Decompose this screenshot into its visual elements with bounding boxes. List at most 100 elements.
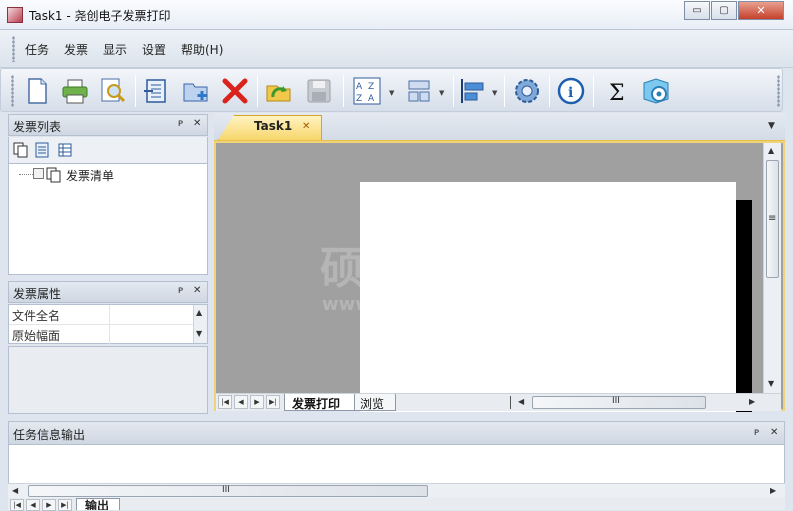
svg-text:i: i: [568, 85, 573, 101]
scroll-left-icon[interactable]: ◀: [12, 486, 18, 495]
menu-view[interactable]: 显示: [103, 41, 127, 58]
toolbar-separator: [135, 75, 136, 107]
pin-icon[interactable]: ᴘ: [754, 427, 759, 438]
close-button[interactable]: ✕: [738, 1, 784, 20]
refresh-icon[interactable]: [264, 76, 294, 106]
toolbar-separator: [257, 75, 258, 107]
output-close-button[interactable]: ✕: [770, 427, 778, 438]
window-title: Task1 - 尧创电子发票打印: [29, 9, 171, 23]
save-icon[interactable]: [304, 76, 334, 106]
align-dropdown-arrow[interactable]: ▼: [492, 89, 497, 97]
page-edge: [736, 200, 752, 412]
sheet-tab-browse-label: 浏览: [360, 397, 385, 411]
minimize-button[interactable]: ▭: [684, 1, 710, 20]
table-view-icon[interactable]: [57, 142, 73, 158]
tab-menu-arrow-icon[interactable]: ▼: [768, 121, 775, 131]
maximize-button[interactable]: ▢: [711, 1, 737, 20]
tree-checkbox[interactable]: [33, 168, 44, 179]
toolbar-separator: [504, 75, 505, 107]
scroll-right-icon[interactable]: ▶: [770, 486, 776, 495]
scroll-grip-icon: III: [222, 485, 230, 495]
menu-invoice[interactable]: 发票: [64, 41, 88, 58]
property-description: [8, 346, 208, 414]
invoice-props-title: 发票属性: [13, 287, 62, 301]
new-document-icon[interactable]: [22, 76, 52, 106]
toolbar-overflow-grip[interactable]: [777, 75, 780, 107]
output-content: [8, 445, 785, 483]
nav-first-button[interactable]: |◀: [10, 499, 24, 511]
invoice-list-title: 发票列表: [13, 120, 62, 134]
nav-last-button[interactable]: ▶|: [58, 499, 72, 511]
scroll-left-icon[interactable]: ◀: [518, 397, 524, 406]
output-horizontal-scrollbar[interactable]: ◀ III ▶: [8, 483, 785, 498]
toolbar-separator: [593, 75, 594, 107]
copy-icon[interactable]: [13, 142, 29, 158]
invoice-props-close-button[interactable]: ✕: [193, 285, 201, 296]
property-scrollbar[interactable]: ▲ ▼: [193, 305, 207, 343]
scroll-up-icon[interactable]: ▲: [768, 146, 774, 155]
scroll-right-icon[interactable]: ▶: [749, 397, 755, 406]
nav-last-button[interactable]: ▶|: [266, 395, 280, 409]
nav-next-button[interactable]: ▶: [42, 499, 56, 511]
nav-prev-button[interactable]: ◀: [234, 395, 248, 409]
toolbar-separator: [453, 75, 454, 107]
sheet-tabs-bar: |◀ ◀ ▶ ▶| 发票打印 浏览 ◀ III ▶: [216, 393, 781, 411]
nav-prev-button[interactable]: ◀: [26, 499, 40, 511]
pin-icon[interactable]: ᴘ: [178, 118, 183, 129]
menu-settings[interactable]: 设置: [142, 41, 166, 58]
layout-icon[interactable]: [404, 76, 434, 106]
scroll-grip-icon: III: [612, 396, 620, 406]
print-preview-icon[interactable]: [98, 76, 128, 106]
invoice-list-toolbar: [8, 137, 208, 163]
toolbar-separator: [549, 75, 550, 107]
scroll-down-icon[interactable]: ▼: [196, 329, 202, 338]
list-detail-icon[interactable]: [34, 142, 50, 158]
toolbar-grip[interactable]: [11, 75, 14, 107]
output-header: 任务信息输出: [8, 421, 785, 445]
vertical-scrollbar[interactable]: ▲ ≡ ▼: [763, 143, 781, 393]
print-icon[interactable]: [60, 76, 90, 106]
print-preview-area: ▲ ≡ ▼ |◀ ◀ ▶ ▶| 发票打印 浏览 ◀ III ▶: [214, 141, 785, 412]
settings-gear-icon[interactable]: [512, 76, 542, 106]
tab-output[interactable]: 输出: [76, 498, 120, 510]
sheet-tab-browse[interactable]: 浏览: [354, 394, 396, 411]
info-icon[interactable]: i: [556, 76, 586, 106]
import-icon[interactable]: [142, 76, 172, 106]
invoice-tree: 发票清单: [8, 163, 208, 275]
svg-text:Σ: Σ: [609, 81, 625, 105]
svg-text:Z: Z: [356, 94, 362, 104]
tree-item-invoice-list[interactable]: 发票清单: [66, 167, 114, 184]
nav-next-button[interactable]: ▶: [250, 395, 264, 409]
delete-icon[interactable]: [220, 76, 250, 106]
align-icon[interactable]: [458, 76, 488, 106]
property-file-name: 文件全名: [9, 305, 109, 325]
splitter[interactable]: [510, 396, 511, 409]
sum-icon[interactable]: Σ: [603, 76, 633, 106]
scroll-up-icon[interactable]: ▲: [196, 308, 202, 317]
invoice-list-close-button[interactable]: ✕: [193, 118, 201, 129]
svg-text:A: A: [356, 82, 363, 92]
menu-help[interactable]: 帮助(H): [181, 41, 223, 58]
property-original-size-value[interactable]: [109, 325, 193, 345]
sort-icon[interactable]: AZZA: [352, 76, 382, 106]
menu-grip[interactable]: [12, 36, 15, 62]
document-icon: [46, 167, 62, 183]
help-icon[interactable]: [641, 76, 671, 106]
sort-dropdown-arrow[interactable]: ▼: [389, 89, 394, 97]
layout-dropdown-arrow[interactable]: ▼: [439, 89, 444, 97]
title-bar: Task1 - 尧创电子发票打印 ▭ ▢ ✕: [0, 0, 793, 30]
sheet-tab-print[interactable]: 发票打印: [284, 394, 356, 411]
add-folder-icon[interactable]: [181, 76, 211, 106]
property-file-name-value[interactable]: [109, 305, 193, 325]
toolbar-separator: [343, 75, 344, 107]
sheet-tab-print-label: 发票打印: [292, 397, 341, 411]
menu-bar: 任务 发票 显示 设置 帮助(H): [0, 30, 793, 68]
output-tabs-bar: |◀ ◀ ▶ ▶| 输出: [8, 498, 785, 511]
menu-task[interactable]: 任务: [25, 41, 49, 58]
scroll-down-icon[interactable]: ▼: [768, 379, 774, 388]
watermark-url: www: [322, 294, 372, 315]
nav-first-button[interactable]: |◀: [218, 395, 232, 409]
scroll-grip-icon: ≡: [768, 213, 777, 224]
tab-close-icon[interactable]: ✕: [302, 121, 310, 132]
pin-icon[interactable]: ᴘ: [178, 285, 183, 296]
